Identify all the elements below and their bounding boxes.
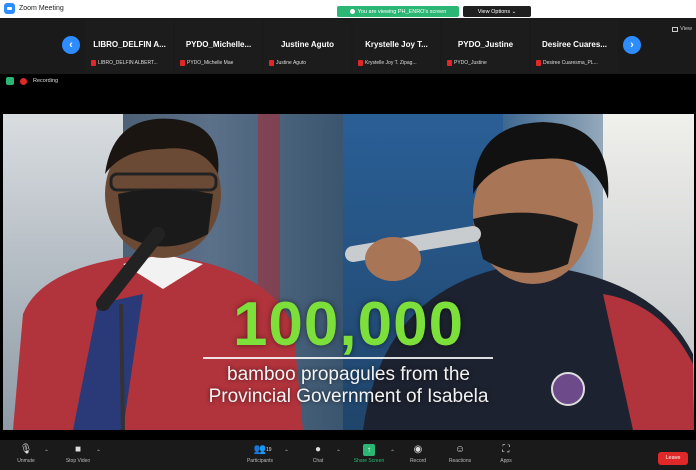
participant-name: PYDO_Michelle... xyxy=(185,40,252,49)
title-bar: Zoom Meeting You are viewing PH_ENRO's s… xyxy=(0,0,696,18)
participants-options-caret[interactable]: ⌃ xyxy=(284,449,289,456)
participant-label-text: PYDO_Justine xyxy=(454,60,487,66)
stop-video-label: Stop Video xyxy=(65,458,91,464)
leave-button[interactable]: Leave xyxy=(658,452,688,465)
participant-tile[interactable]: Justine Aguto Justine Aguto xyxy=(264,20,351,72)
mic-muted-icon xyxy=(358,60,363,66)
participant-label: Krystelle Joy T. Zipag... xyxy=(358,60,438,66)
participant-label: Desiree Cuaresma_PL... xyxy=(536,60,616,66)
reactions-icon: ☺ xyxy=(454,444,466,455)
share-screen-label: Share Screen xyxy=(353,458,385,464)
recording-dot-icon xyxy=(20,77,27,85)
participant-label-text: LIBRO_DELFIN ALBERT... xyxy=(98,60,158,66)
reactions-button[interactable]: ☺ Reactions xyxy=(440,444,480,470)
apps-icon: ⛶ xyxy=(502,444,510,455)
gallery-next-button[interactable]: › xyxy=(623,36,641,54)
participant-tile[interactable]: PYDO_Justine PYDO_Justine xyxy=(442,20,529,72)
participant-label-text: Desiree Cuaresma_PL... xyxy=(543,60,598,66)
participant-name: LIBRO_DELFIN A... xyxy=(93,40,166,49)
view-toggle-button[interactable]: View xyxy=(672,26,692,32)
recording-indicator: Recording xyxy=(6,77,58,85)
record-label: Record xyxy=(409,458,427,464)
participant-name: Desiree Cuares... xyxy=(542,40,607,49)
overlay-headline-number: 100,000 xyxy=(232,290,465,359)
participant-label-text: Krystelle Joy T. Zipag... xyxy=(365,60,417,66)
participants-count: 19 xyxy=(266,447,272,453)
participant-label: PYDO_Justine xyxy=(447,60,527,66)
share-screen-button[interactable]: ↑ Share Screen xyxy=(349,444,389,470)
unmute-label: Unmute xyxy=(17,458,35,464)
view-options-label: View Options xyxy=(477,8,511,15)
participant-tile[interactable]: Krystelle Joy T... Krystelle Joy T. Zipa… xyxy=(353,20,440,72)
overlay-caption-line-1: bamboo propagules from the xyxy=(227,364,470,385)
participants-button[interactable]: 👥 19 Participants xyxy=(240,444,280,470)
grid-icon xyxy=(672,26,679,32)
participant-name: Justine Aguto xyxy=(280,40,335,49)
view-toggle-label: View xyxy=(680,26,692,32)
shield-icon xyxy=(349,9,355,14)
participant-label: Justine Aguto xyxy=(269,60,349,66)
mic-muted-icon xyxy=(180,60,185,66)
participant-tile[interactable]: PYDO_Michelle... PYDO_Michelle Mae xyxy=(175,20,262,72)
reactions-label: Reactions xyxy=(448,458,472,464)
chat-options-caret[interactable]: ⌃ xyxy=(336,449,341,456)
zoom-logo-icon xyxy=(4,3,15,14)
left-speaker-face-mask xyxy=(118,189,213,247)
video-camera-icon: ■ xyxy=(74,444,82,455)
participant-tile[interactable]: LIBRO_DELFIN A... LIBRO_DELFIN ALBERT... xyxy=(86,20,173,72)
gallery-previous-button[interactable]: ‹ xyxy=(62,36,80,54)
mic-muted-icon xyxy=(536,60,541,66)
mic-muted-icon xyxy=(269,60,274,66)
chat-label: Chat xyxy=(312,458,324,464)
view-options-button[interactable]: View Options ⌄ xyxy=(463,6,531,17)
share-options-caret[interactable]: ⌃ xyxy=(390,449,395,456)
app-identity: Zoom Meeting xyxy=(4,3,64,14)
chat-bubble-icon: ● xyxy=(314,444,322,455)
screen-share-text: You are viewing PH_ENRO's screen xyxy=(357,8,447,15)
chat-button[interactable]: ● Chat xyxy=(298,444,338,470)
unmute-button[interactable]: 🎙 Unmute xyxy=(6,444,46,470)
window-title: Zoom Meeting xyxy=(19,5,64,12)
video-options-caret[interactable]: ⌃ xyxy=(96,449,101,456)
meeting-toolbar: 🎙 Unmute ⌃ ■ Stop Video ⌃ 👥 19 Participa… xyxy=(0,440,696,470)
participant-name: Krystelle Joy T... xyxy=(365,40,428,49)
participant-label-text: PYDO_Michelle Mae xyxy=(187,60,234,66)
microphone-muted-icon: 🎙 xyxy=(19,444,33,455)
share-screen-arrow-icon: ↑ xyxy=(363,444,375,456)
record-icon: ◉ xyxy=(413,444,423,455)
participant-label: PYDO_Michelle Mae xyxy=(180,60,260,66)
chevron-down-icon: ⌄ xyxy=(510,8,517,15)
participants-label: Participants xyxy=(246,458,274,464)
screen-share-banner: You are viewing PH_ENRO's screen xyxy=(337,6,459,17)
participant-name: PYDO_Justine xyxy=(457,40,514,49)
right-speaker-hand xyxy=(365,237,421,281)
participant-label-text: Justine Aguto xyxy=(276,60,307,66)
overlay-caption-line-2: Provincial Government of Isabela xyxy=(208,386,489,407)
mic-muted-icon xyxy=(91,60,96,66)
participant-tile[interactable]: Desiree Cuares... Desiree Cuaresma_PL... xyxy=(531,20,618,72)
shared-screen-video: 100,000 bamboo propagules from the Provi… xyxy=(3,114,694,430)
apps-label: Apps xyxy=(500,458,512,464)
mic-muted-icon xyxy=(447,60,452,66)
participants-icon: 👥 xyxy=(253,444,267,455)
audio-options-caret[interactable]: ⌃ xyxy=(44,449,49,456)
stop-video-button[interactable]: ■ Stop Video xyxy=(58,444,98,470)
participant-label: LIBRO_DELFIN ALBERT... xyxy=(91,60,171,66)
apps-button[interactable]: ⛶ Apps xyxy=(486,444,526,470)
participant-gallery: ‹ LIBRO_DELFIN A... LIBRO_DELFIN ALBERT.… xyxy=(0,18,696,74)
recording-label: Recording xyxy=(33,78,59,84)
overlay-divider xyxy=(203,357,493,359)
right-speaker-face-mask xyxy=(473,212,578,273)
record-button[interactable]: ◉ Record xyxy=(398,444,438,470)
security-shield-icon[interactable] xyxy=(6,77,14,85)
